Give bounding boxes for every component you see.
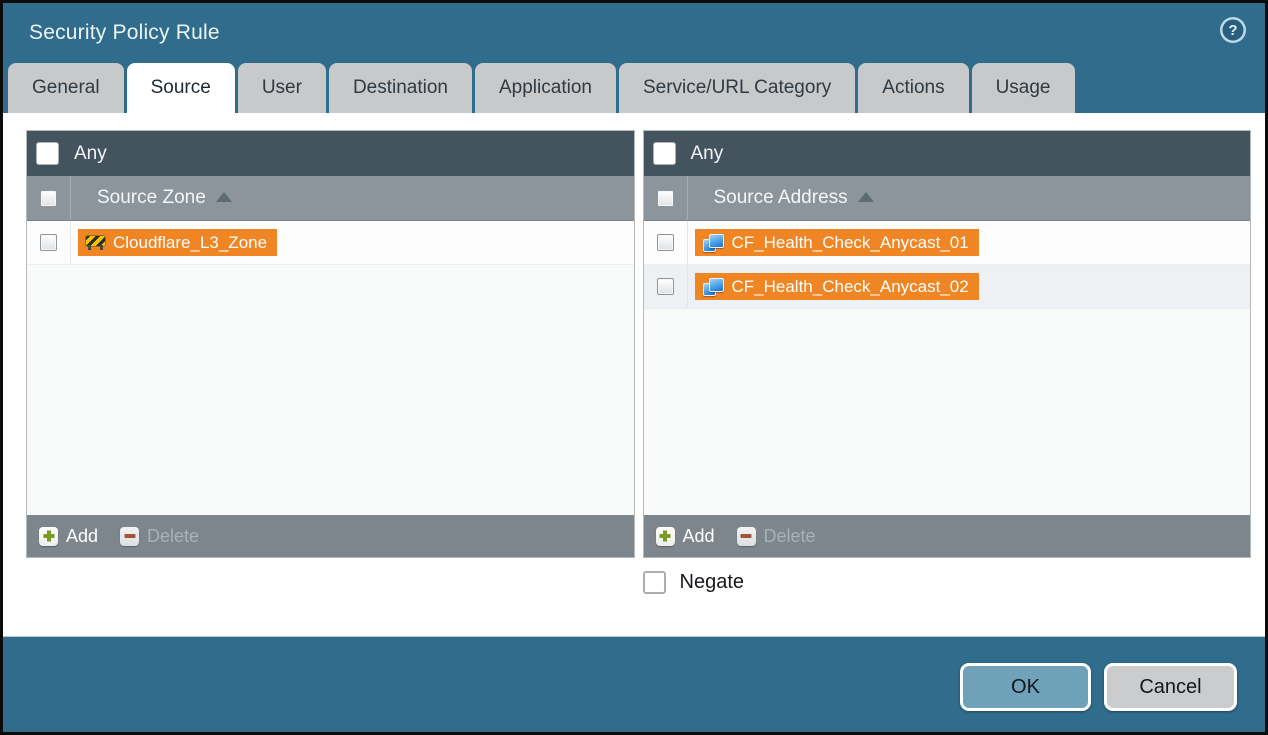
select-all-checkbox[interactable] [657,190,674,207]
delete-minus-icon [120,527,139,546]
selected-object-item[interactable]: CF_Health_Check_Anycast_01 [695,229,979,256]
tab-user[interactable]: User [238,63,326,113]
header-checkbox-cell [27,176,71,220]
add-button[interactable]: Add [656,526,715,547]
add-button[interactable]: Add [39,526,98,547]
tab-source[interactable]: Source [127,63,235,113]
source-zone-column-header[interactable]: Source Zone [27,176,634,221]
source-address-any-label: Any [691,143,724,165]
delete-label: Delete [147,526,199,547]
add-plus-icon [656,527,675,546]
row-checkbox-cell [644,221,688,264]
column-header-label: Source Address [714,187,848,209]
source-address-footer: Add Delete [644,515,1251,557]
selected-object-item[interactable]: Cloudflare_L3_Zone [78,229,277,256]
row-checkbox[interactable] [40,234,57,251]
source-zone-list: Cloudflare_L3_Zone [27,221,634,515]
zone-icon [86,236,105,246]
delete-label: Delete [764,526,816,547]
table-row: CF_Health_Check_Anycast_02 [644,265,1251,309]
delete-button[interactable]: Delete [120,526,199,547]
selected-object-item[interactable]: CF_Health_Check_Anycast_02 [695,273,979,300]
dialog-body: Any Source Zone Cloudflare_L3_Zone Add [3,113,1265,637]
source-address-panel: Any Source Address CF_Health_Check_Anyca… [643,130,1252,558]
object-item-label: CF_Health_Check_Anycast_01 [732,233,969,253]
table-row: Cloudflare_L3_Zone [27,221,634,265]
dialog-footer: OK Cancel [3,637,1265,732]
add-label: Add [683,526,715,547]
select-all-checkbox[interactable] [40,190,57,207]
negate-checkbox[interactable] [643,571,666,594]
source-address-list: CF_Health_Check_Anycast_01 CF_Health_Chec… [644,221,1251,515]
tab-service-url-category[interactable]: Service/URL Category [619,63,855,113]
cancel-button[interactable]: Cancel [1104,663,1237,711]
add-label: Add [66,526,98,547]
row-checkbox[interactable] [657,278,674,295]
title-bar: Security Policy Rule ? [3,3,1265,63]
help-icon[interactable]: ? [1219,16,1247,44]
object-item-label: Cloudflare_L3_Zone [113,233,267,253]
tab-application[interactable]: Application [475,63,616,113]
tab-actions[interactable]: Actions [858,63,968,113]
source-address-any-row: Any [644,131,1251,176]
tab-destination[interactable]: Destination [329,63,472,113]
negate-row: Negate [26,571,1251,594]
table-row: CF_Health_Check_Anycast_01 [644,221,1251,265]
row-checkbox-cell [27,221,71,264]
source-zone-panel: Any Source Zone Cloudflare_L3_Zone Add [26,130,635,558]
tab-usage[interactable]: Usage [972,63,1075,113]
tab-general[interactable]: General [8,63,124,113]
column-header-label: Source Zone [97,187,206,209]
delete-button[interactable]: Delete [737,526,816,547]
negate-label: Negate [680,571,745,594]
source-address-column-header[interactable]: Source Address [644,176,1251,221]
add-plus-icon [39,527,58,546]
source-zone-any-checkbox[interactable] [37,143,58,164]
object-item-label: CF_Health_Check_Anycast_02 [732,277,969,297]
source-zone-any-label: Any [74,143,107,165]
source-zone-any-row: Any [27,131,634,176]
ok-button[interactable]: OK [960,663,1091,711]
dialog-title: Security Policy Rule [29,21,220,45]
svg-text:?: ? [1228,22,1237,39]
security-policy-rule-dialog: Security Policy Rule ? GeneralSourceUser… [0,0,1268,735]
address-icon [703,278,724,296]
header-checkbox-cell [644,176,688,220]
tab-bar: GeneralSourceUserDestinationApplicationS… [3,63,1265,113]
row-checkbox[interactable] [657,234,674,251]
address-icon [703,234,724,252]
source-zone-footer: Add Delete [27,515,634,557]
source-address-any-checkbox[interactable] [654,143,675,164]
delete-minus-icon [737,527,756,546]
row-checkbox-cell [644,265,688,308]
sort-ascending-icon [216,192,232,202]
sort-ascending-icon [858,192,874,202]
